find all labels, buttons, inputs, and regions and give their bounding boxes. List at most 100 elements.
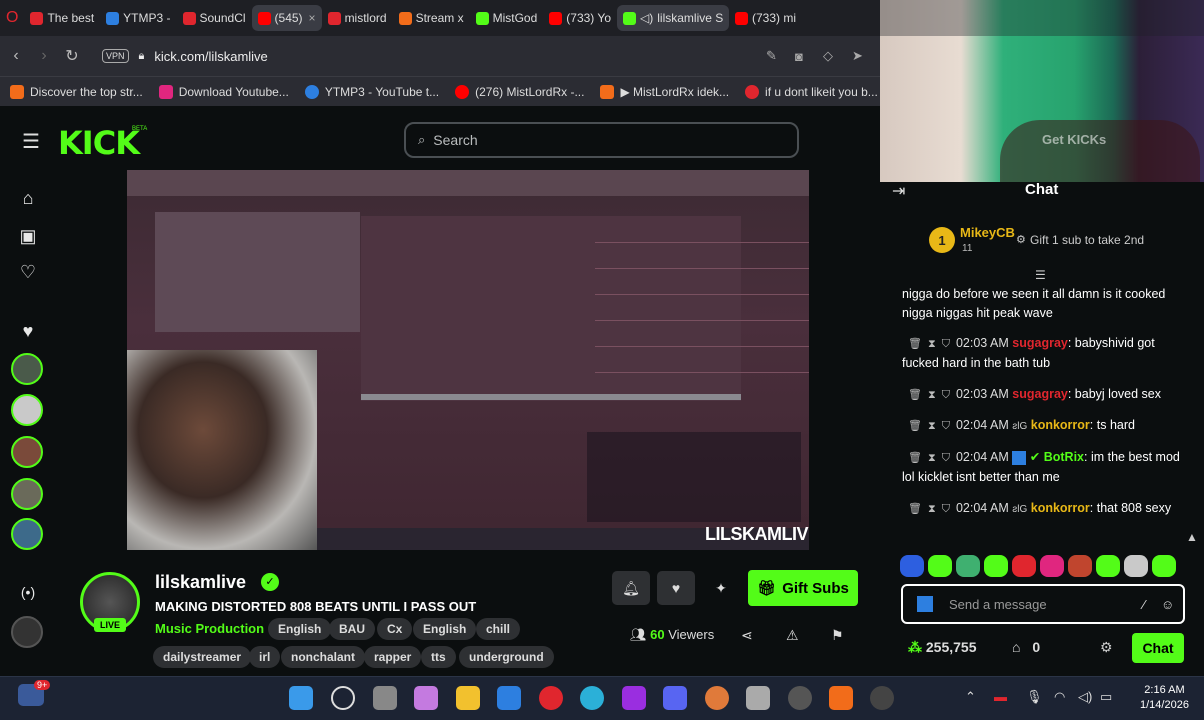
opera-icon[interactable]: [539, 686, 563, 710]
emoji-icon[interactable]: ☺: [1161, 597, 1174, 612]
home-icon[interactable]: ⌂: [16, 188, 40, 212]
tray-app-icon[interactable]: ▬: [994, 689, 1007, 704]
live-broadcast-icon[interactable]: (•): [16, 584, 40, 608]
browser-tab[interactable]: SoundCl: [177, 5, 252, 31]
stream-tag[interactable]: rapper: [364, 646, 422, 668]
app-icon[interactable]: [705, 686, 729, 710]
emote-icon[interactable]: [900, 555, 924, 577]
bookmark-item[interactable]: ▶ MistLordRx idek...: [600, 84, 729, 99]
system-clock[interactable]: 2:16 AM 1/14/2026: [1140, 683, 1189, 713]
category-link[interactable]: Music Production: [155, 621, 264, 636]
kick-logo[interactable]: KICK: [58, 124, 140, 162]
emote-icon[interactable]: [1068, 555, 1092, 577]
emote-icon[interactable]: [1124, 555, 1148, 577]
browser-tab[interactable]: (545) ×: [251, 5, 322, 31]
file-explorer-icon[interactable]: [456, 686, 480, 710]
stream-tag[interactable]: tts: [421, 646, 456, 668]
speaker-icon[interactable]: ◁): [640, 11, 653, 25]
lock-icon[interactable]: 🔒︎: [139, 50, 145, 63]
browser-tab[interactable]: Stream x: [393, 5, 470, 31]
followed-channel-avatar[interactable]: [11, 436, 43, 468]
url-bar[interactable]: VPN 🔒︎ kick.com/lilskamlive: [94, 41, 268, 71]
timeout-hourglass-icon[interactable]: ⧗: [928, 420, 936, 432]
emote-icon[interactable]: [1096, 555, 1120, 577]
volume-icon[interactable]: ◁): [1078, 689, 1092, 705]
browser-tab[interactable]: MistGod: [470, 5, 544, 31]
stream-tag[interactable]: dailystreamer: [153, 646, 252, 668]
browser-tab[interactable]: The best: [24, 5, 100, 31]
bookmark-item[interactable]: (276) MistLordRx -...: [455, 84, 584, 99]
chat-username[interactable]: sugagray: [1012, 387, 1068, 401]
timeout-hourglass-icon[interactable]: ⧗: [928, 389, 936, 401]
copilot-icon[interactable]: [414, 686, 438, 710]
report-warning-icon[interactable]: ⚠: [786, 627, 799, 644]
vpn-badge[interactable]: VPN: [102, 49, 129, 63]
stream-tag[interactable]: irl: [249, 646, 281, 668]
bookmark-item[interactable]: Download Youtube...: [158, 84, 289, 99]
browser-tab-active[interactable]: ◁) lilskamlive S: [617, 5, 729, 31]
recommended-channel-avatar[interactable]: [11, 616, 43, 648]
stream-tag[interactable]: English: [413, 618, 477, 640]
clipchamp-icon[interactable]: [622, 686, 646, 710]
windows-start-icon[interactable]: [289, 686, 313, 710]
bookmark-item[interactable]: YTMP3 - YouTube t...: [304, 84, 439, 99]
chat-username[interactable]: konkorror: [1031, 418, 1090, 432]
send-chat-button[interactable]: Chat: [1132, 633, 1184, 663]
edge-icon[interactable]: [580, 686, 604, 710]
follow-button[interactable]: ♥: [657, 571, 695, 605]
drag-handle-icon[interactable]: ☰: [1035, 268, 1046, 282]
menu-icon[interactable]: ☰: [22, 129, 40, 154]
reload-icon[interactable]: ↻: [58, 46, 86, 66]
stream-tag[interactable]: English: [268, 618, 332, 640]
browse-icon[interactable]: ▣: [16, 226, 40, 250]
bookmark-item[interactable]: if u dont likeit you b...: [745, 84, 878, 99]
gift-subs-button[interactable]: 🎁︎ Gift Subs: [748, 570, 858, 606]
ban-shield-icon[interactable]: ⛉: [942, 420, 950, 432]
timeout-hourglass-icon[interactable]: ⧗: [928, 452, 936, 464]
browser-tab[interactable]: (733) mi: [729, 5, 802, 31]
channel-points[interactable]: ⁂ 255,755: [908, 639, 977, 656]
delete-icon[interactable]: 🗑︎: [908, 503, 922, 515]
ban-shield-icon[interactable]: ⛉: [942, 338, 950, 350]
delete-icon[interactable]: 🗑︎: [908, 389, 922, 401]
chest-count[interactable]: ⌂ 0: [1012, 639, 1040, 655]
send-icon[interactable]: ➤: [852, 48, 863, 64]
obs-icon[interactable]: [788, 686, 812, 710]
mod-user-icon[interactable]: ⚑: [831, 627, 844, 644]
emote-icon[interactable]: [1012, 555, 1036, 577]
edit-icon[interactable]: ✎: [766, 48, 777, 64]
url-text[interactable]: kick.com/lilskamlive: [154, 49, 267, 64]
stream-tag[interactable]: BAU: [329, 618, 375, 640]
bookmark-item[interactable]: Discover the top str...: [10, 84, 143, 99]
chat-username[interactable]: BotRix: [1044, 450, 1084, 464]
notification-bell-button[interactable]: 🔔︎: [612, 571, 650, 605]
camera-icon[interactable]: ◙: [795, 49, 803, 64]
delete-icon[interactable]: 🗑︎: [908, 452, 922, 464]
ban-shield-icon[interactable]: ⛉: [942, 503, 950, 515]
discord-icon[interactable]: [663, 686, 687, 710]
top-gifter-name[interactable]: MikeyCB: [960, 225, 1015, 240]
delete-icon[interactable]: 🗑︎: [908, 420, 922, 432]
timeout-hourglass-icon[interactable]: ⧗: [928, 338, 936, 350]
chat-settings-gear-icon[interactable]: ⚙: [1100, 639, 1113, 656]
share-icon[interactable]: ⋖: [741, 627, 753, 644]
show-hidden-icons-chevron-icon[interactable]: ⌃: [965, 689, 976, 705]
sparkle-button[interactable]: ✦: [702, 571, 740, 605]
emote-icon[interactable]: [1040, 555, 1064, 577]
microphone-icon[interactable]: 🎙︎: [1026, 689, 1043, 705]
forward-arrow-icon[interactable]: ›: [30, 47, 58, 65]
following-heart-icon[interactable]: ♡: [16, 262, 40, 286]
emote-icon[interactable]: [1152, 555, 1176, 577]
collapse-chat-icon[interactable]: ⇥: [892, 181, 905, 201]
wifi-icon[interactable]: ◠: [1054, 689, 1065, 705]
ban-shield-icon[interactable]: ⛉: [942, 389, 950, 401]
search-input[interactable]: Search: [433, 132, 477, 148]
fl-studio-icon[interactable]: [829, 686, 853, 710]
stream-tag[interactable]: chill: [476, 618, 521, 640]
battery-icon[interactable]: ▭: [1100, 689, 1112, 705]
browser-tab[interactable]: YTMP3 -: [100, 5, 176, 31]
timeout-hourglass-icon[interactable]: ⧗: [928, 503, 936, 515]
chat-username[interactable]: sugagray: [1012, 336, 1068, 350]
chat-username[interactable]: konkorror: [1031, 501, 1090, 515]
ban-shield-icon[interactable]: ⛉: [942, 452, 950, 464]
